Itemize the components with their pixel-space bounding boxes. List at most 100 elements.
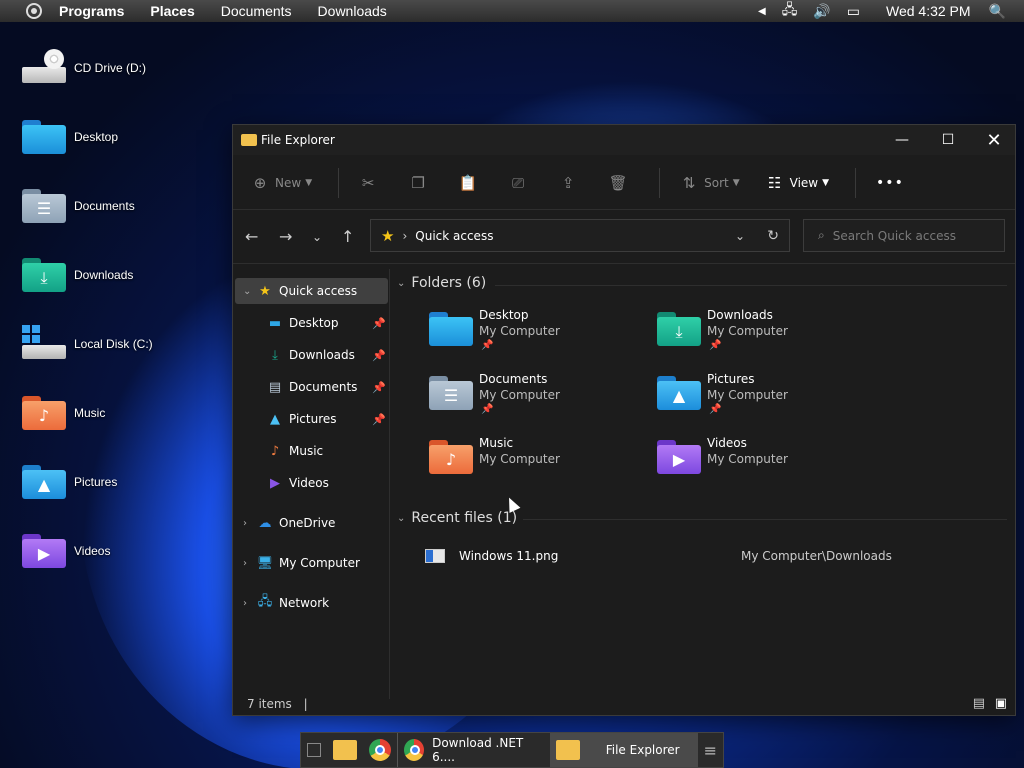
nav-onedrive[interactable]: › ☁ OneDrive [235, 510, 388, 536]
chevron-down-icon[interactable]: ⌄ [735, 229, 745, 243]
volume-icon[interactable]: 🔊 [813, 3, 830, 20]
minimize-button[interactable]: — [879, 125, 925, 155]
videos-folder-icon: ▶ [22, 532, 66, 570]
search-icon[interactable]: 🔍 [989, 3, 1006, 20]
search-box[interactable]: ⌕ [803, 219, 1005, 252]
nav-desktop[interactable]: ▬ Desktop 📌 [235, 310, 388, 336]
nav-music[interactable]: ♪ Music [235, 438, 388, 464]
folder-tile-pictures[interactable]: ▲ Pictures My Computer 📌 [657, 372, 877, 428]
pin-icon[interactable]: 📌 [372, 317, 386, 330]
delete-button[interactable]: 🗑 [609, 174, 633, 192]
close-button[interactable]: ✕ [971, 125, 1017, 155]
nav-label: Quick access [279, 284, 358, 298]
folder-tile-music[interactable]: ♪ Music My Computer [429, 436, 649, 492]
hamburger-icon: ≡ [703, 740, 717, 760]
desktop-icon-music[interactable]: ♪ Music [22, 388, 172, 438]
pin-icon[interactable]: 📌 [372, 381, 386, 394]
pin-icon[interactable]: 📌 [372, 413, 386, 426]
desktop-icon-cd-drive[interactable]: CD Drive (D:) [22, 43, 172, 93]
share-button[interactable]: ⇪ [559, 174, 583, 192]
documents-menu[interactable]: Documents [221, 3, 292, 19]
search-icon: ⌕ [818, 228, 825, 242]
chevron-right-icon[interactable]: › [243, 558, 257, 569]
chrome-launcher[interactable] [363, 733, 397, 767]
sort-icon: ⇅ [682, 174, 696, 192]
address-bar[interactable]: ★ › Quick access ⌄ ↻ [370, 219, 790, 252]
trash-icon: 🗑 [608, 174, 628, 192]
recent-file-row[interactable]: Windows 11.png My Computer\Downloads [425, 549, 1005, 569]
view-button[interactable]: ☷ View ▼ [766, 174, 829, 192]
tiles-view-icon[interactable]: ▣ [995, 696, 1007, 711]
taskbar-menu-button[interactable]: ≡ [698, 733, 723, 767]
files-launcher[interactable] [327, 733, 363, 767]
cut-button[interactable]: ✂ [359, 174, 383, 192]
recent-locations-button[interactable]: ⌄ [312, 230, 322, 244]
scissors-icon: ✂ [361, 174, 375, 192]
breadcrumb-location[interactable]: Quick access [415, 229, 493, 243]
chevron-down-icon[interactable]: ⌄ [243, 286, 257, 297]
folder-tile-videos[interactable]: ▶ Videos My Computer [657, 436, 877, 492]
desktop-icon-label: Local Disk (C:) [74, 337, 153, 351]
pin-icon[interactable]: 📌 [372, 349, 386, 362]
notification-icon[interactable]: ▭ [847, 3, 860, 20]
downloads-menu[interactable]: Downloads [318, 3, 387, 19]
network-icon[interactable]: 🖧 [782, 0, 798, 23]
nav-documents[interactable]: ▤ Documents 📌 [235, 374, 388, 400]
taskbar-chrome-window[interactable]: Download .NET 6.... [397, 733, 550, 767]
paste-button[interactable]: 📋 [459, 174, 483, 192]
downloads-folder-icon: ⤓ [22, 256, 66, 294]
activities-icon[interactable] [26, 3, 42, 19]
music-icon: ♪ [270, 443, 280, 459]
download-icon: ⤓ [272, 347, 278, 363]
nav-network[interactable]: › 🖧 Network [235, 590, 388, 616]
clock[interactable]: Wed 4:32 PM [886, 3, 971, 19]
folders-section-header[interactable]: ⌄ Folders (6) [397, 275, 486, 291]
folder-name: Downloads [707, 308, 773, 322]
taskbar-file-explorer[interactable]: File Explorer [549, 733, 698, 767]
chevron-down-icon: ▼ [305, 178, 313, 188]
search-input[interactable] [832, 228, 983, 243]
maximize-button[interactable]: ☐ [925, 125, 971, 155]
sort-button[interactable]: ⇅ Sort ▼ [680, 174, 740, 192]
local-disk-icon [22, 325, 66, 363]
image-file-icon [425, 549, 445, 563]
nav-my-computer[interactable]: › 🖥 My Computer [235, 550, 388, 576]
programs-menu[interactable]: Programs [59, 3, 124, 19]
section-title: Recent files (1) [411, 510, 518, 526]
nav-videos[interactable]: ▶ Videos [235, 470, 388, 496]
folder-location: My Computer [479, 452, 560, 466]
desktop-icon-local-disk[interactable]: Local Disk (C:) [22, 319, 172, 369]
nav-pictures[interactable]: ▲ Pictures 📌 [235, 406, 388, 432]
details-view-icon[interactable]: ▤ [973, 696, 985, 711]
copy-button[interactable]: ❐ [409, 174, 433, 192]
folder-tile-documents[interactable]: ☰ Documents My Computer 📌 [429, 372, 649, 428]
picture-icon: ▲ [270, 411, 280, 427]
desktop-icon-pictures[interactable]: ▲ Pictures [22, 457, 172, 507]
chevron-right-icon[interactable]: › [243, 598, 257, 609]
folder-tile-downloads[interactable]: ⤓ Downloads My Computer 📌 [657, 308, 877, 364]
refresh-icon[interactable]: ↻ [767, 228, 779, 244]
desktop-icon-desktop[interactable]: Desktop [22, 112, 172, 162]
folder-tile-desktop[interactable]: Desktop My Computer 📌 [429, 308, 649, 364]
taskbar-item-label: File Explorer [605, 743, 680, 757]
desktop-icon-documents[interactable]: ☰ Documents [22, 181, 172, 231]
chrome-icon [404, 739, 425, 761]
rename-button[interactable]: ⎚ [509, 174, 533, 192]
chevron-right-icon[interactable]: › [243, 518, 257, 529]
nav-quick-access[interactable]: ⌄ ★ Quick access [235, 278, 388, 304]
folder-name: Desktop [479, 308, 529, 322]
desktop-icon-downloads[interactable]: ⤓ Downloads [22, 250, 172, 300]
desktop-icon-videos[interactable]: ▶ Videos [22, 526, 172, 576]
up-button[interactable]: ↑ [341, 227, 354, 246]
documents-folder-icon: ☰ [429, 374, 473, 412]
nav-downloads[interactable]: ⤓ Downloads 📌 [235, 342, 388, 368]
recent-section-header[interactable]: ⌄ Recent files (1) [397, 510, 517, 526]
arrow-left-icon[interactable]: ◀ [758, 6, 766, 17]
back-button[interactable]: ← [245, 227, 258, 246]
show-desktop-button[interactable] [301, 733, 327, 767]
new-button[interactable]: ⊕ New ▼ [251, 174, 312, 192]
more-options-button[interactable]: ••• [876, 175, 904, 191]
places-menu[interactable]: Places [150, 3, 194, 19]
forward-button[interactable]: → [279, 227, 292, 246]
view-label: View [789, 176, 819, 190]
